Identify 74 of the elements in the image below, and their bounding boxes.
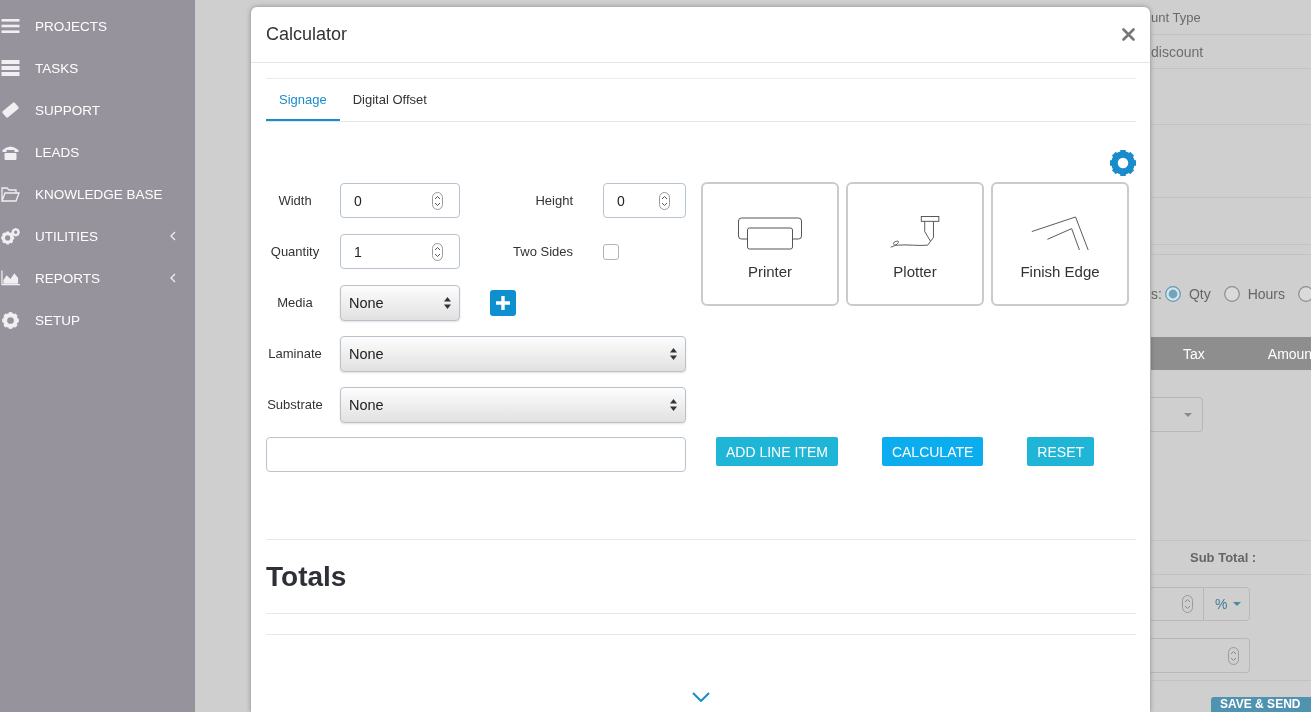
add-button[interactable] [490,289,516,316]
sort-arrows-icon [670,347,677,360]
section-heading: Totals [266,560,347,594]
select-field[interactable] [1151,397,1203,432]
area-chart-icon [1,270,20,286]
unit-dropdown[interactable]: % [1203,587,1250,621]
checkbox[interactable] [603,243,619,260]
radio-label: Hours [1247,286,1286,302]
field-label: Two Sides [513,244,573,259]
radio-label: Qty [1188,286,1211,302]
phone-icon [1,144,20,160]
save-send-button[interactable]: SAVE & SEND [1211,697,1311,712]
plus-icon [495,294,511,311]
close-icon[interactable] [1122,28,1135,41]
sidebar-link[interactable]: PROJECTS [0,5,195,47]
sidebar-link[interactable]: REPORTS [0,257,195,299]
sidebar-link[interactable]: LEADS [0,131,195,173]
plotter-icon [888,216,942,251]
sort-arrows-icon [444,296,451,309]
action-button[interactable]: ADD LINE ITEM [716,437,838,466]
spinner-icon [1228,646,1239,665]
field-label: Quantity [270,244,320,259]
caret-icon [1184,412,1192,417]
number-input[interactable]: 0 [340,183,460,218]
subtotal-label: Sub Total : [1190,550,1257,565]
gear-icon [1,311,20,329]
radio-button[interactable] [1164,286,1181,302]
settings-icon[interactable] [1110,150,1136,176]
select-dropdown[interactable]: None [340,386,686,423]
sidebar-link[interactable]: TASKS [0,47,195,89]
number-input[interactable] [1151,587,1203,621]
column-header: Amoun [1267,345,1311,362]
field-label: Laminate [268,346,322,361]
spinner-icon [432,242,443,261]
spinner-icon [432,191,443,210]
gears-icon [1,227,20,245]
chevron-down-icon [692,692,710,702]
option-tile[interactable]: Plotter [846,182,984,306]
number-input[interactable]: 0 [603,183,686,218]
field-label: Height [535,193,573,208]
field-label: unt Type [1151,9,1201,25]
field-label: Substrate [267,397,323,412]
option-tile[interactable]: Printer [701,182,839,306]
select-dropdown[interactable]: None [340,335,686,372]
tab[interactable]: Digital Offset [339,79,440,121]
sidebar-link[interactable]: SETUP [0,299,195,341]
units-label: s: [1151,286,1162,302]
printer-icon [738,216,802,251]
dialog-title: Calculator [266,24,348,45]
spinner-icon [1182,595,1193,613]
caret-icon [1233,602,1242,606]
menu-icon [1,19,20,33]
spinner-icon [659,191,670,210]
tab[interactable]: Signage [266,79,340,121]
field-label: Media [277,295,313,310]
action-button[interactable]: RESET [1027,437,1095,466]
text-input[interactable] [266,437,686,472]
column-header: Tax [1183,345,1205,362]
sidebar-link[interactable]: UTILITIES [0,215,195,257]
number-input[interactable] [1151,638,1250,673]
folder-icon [1,186,20,202]
select-dropdown[interactable]: None [340,284,460,321]
action-button[interactable]: CALCULATE [881,437,984,466]
discount-input[interactable]: discount [1151,34,1311,69]
field-label: Width [278,193,312,208]
number-input[interactable]: 1 [340,234,460,269]
option-tile[interactable]: Finish Edge [991,182,1129,306]
sidebar-link[interactable]: KNOWLEDGE BASE [0,173,195,215]
corner-lines-icon [1030,216,1090,251]
sidebar-link[interactable]: SUPPORT [0,89,195,131]
radio-button[interactable] [1223,286,1240,302]
sort-arrows-icon [670,398,677,411]
list-icon [1,60,20,76]
radio-button[interactable] [1298,286,1311,302]
